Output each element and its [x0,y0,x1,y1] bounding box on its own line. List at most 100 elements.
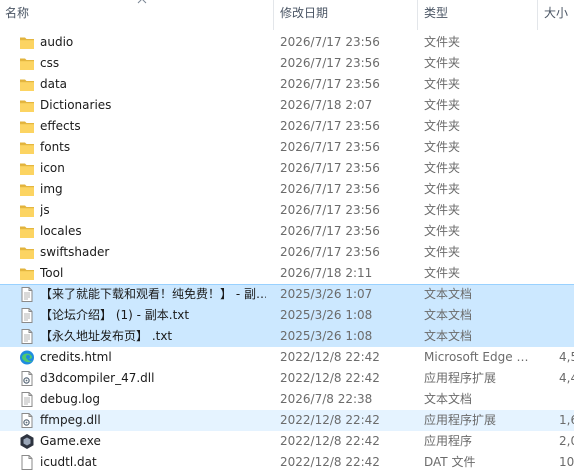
folder-icon [19,97,35,114]
file-type: 文件夹 [424,245,461,259]
file-size [559,95,574,116]
file-type: 文件夹 [424,224,461,238]
folder-icon [19,223,35,240]
file-name: locales [40,224,82,238]
folder-icon [19,34,35,51]
file-size [559,326,574,347]
file-size [559,389,574,410]
file-date-modified: 2026/7/17 23:56 [280,161,380,175]
file-name: js [40,203,50,217]
folder-row[interactable]: Tool 2026/7/18 2:11 文件夹 [0,263,574,284]
column-header-date[interactable]: 修改日期 [275,0,417,30]
column-divider[interactable] [537,0,538,30]
file-type: 应用程序 [424,434,473,448]
folder-row[interactable]: fonts 2026/7/17 23:56 文件夹 [0,137,574,158]
file-row[interactable]: Game.exe 2022/12/8 22:42 应用程序 2,0 [0,431,574,452]
file-type: Microsoft Edge … [424,350,529,364]
column-header-type[interactable]: 类型 [419,0,537,30]
file-size: 1,6 [559,413,574,427]
file-date-modified: 2026/7/17 23:56 [280,35,380,49]
file-name: debug.log [40,392,100,406]
file-date-modified: 2026/7/17 23:56 [280,182,380,196]
folder-row[interactable]: audio 2026/7/17 23:56 文件夹 [0,32,574,53]
file-size [559,221,574,242]
file-date-modified: 2026/7/17 23:56 [280,224,380,238]
folder-icon [19,202,35,219]
folder-icon [19,244,35,261]
file-name: d3dcompiler_47.dll [40,371,155,385]
file-date-modified: 2022/12/8 22:42 [280,434,380,448]
file-name: audio [40,35,74,49]
dll-icon [19,412,35,429]
file-row[interactable]: 【来了就能下载和观看！纯免费！】 - 副… 2025/3/26 1:07 文本文档 [0,284,574,305]
file-name: img [40,182,63,196]
file-date-modified: 2022/12/8 22:42 [280,371,380,385]
file-type: 文本文档 [424,287,473,301]
file-name: Tool [40,266,64,280]
file-date-modified: 2026/7/17 23:56 [280,119,380,133]
column-header-name[interactable]: 名称 [0,0,273,30]
folder-row[interactable]: js 2026/7/17 23:56 文件夹 [0,200,574,221]
file-type: 文件夹 [424,77,461,91]
file-row[interactable]: 【永久地址发布页】 .txt 2025/3/26 1:08 文本文档 [0,326,574,347]
file-type: 文件夹 [424,203,461,217]
folder-row[interactable]: swiftshader 2026/7/17 23:56 文件夹 [0,242,574,263]
folder-row[interactable]: locales 2026/7/17 23:56 文件夹 [0,221,574,242]
text-document-icon [19,286,35,303]
file-row[interactable]: debug.log 2026/7/8 22:38 文本文档 [0,389,574,410]
folder-row[interactable]: img 2026/7/17 23:56 文件夹 [0,179,574,200]
file-size [559,74,574,95]
file-size [559,200,574,221]
file-name: css [40,56,60,70]
file-size [559,242,574,263]
folder-row[interactable]: icon 2026/7/17 23:56 文件夹 [0,158,574,179]
file-type: 文件夹 [424,35,461,49]
file-type: 文本文档 [424,308,473,322]
file-name: fonts [40,140,71,154]
file-name: 【永久地址发布页】 .txt [40,329,173,343]
file-type: 文本文档 [424,392,473,406]
file-row[interactable]: d3dcompiler_47.dll 2022/12/8 22:42 应用程序扩展 4… [0,368,574,389]
folder-icon [19,76,35,93]
folder-icon [19,55,35,72]
file-row[interactable]: ffmpeg.dll 2022/12/8 22:42 应用程序扩展 1,6 [0,410,574,431]
file-size [559,137,574,158]
file-date-modified: 2026/7/17 23:56 [280,77,380,91]
file-date-modified: 2025/3/26 1:08 [280,329,373,343]
file-date-modified: 2026/7/17 23:56 [280,245,380,259]
folder-row[interactable]: css 2026/7/17 23:56 文件夹 [0,53,574,74]
file-row[interactable]: 【论坛介绍】 (1) - 副本.txt 2025/3/26 1:08 文本文档 [0,305,574,326]
folder-icon [19,160,35,177]
file-date-modified: 2022/12/8 22:42 [280,413,380,427]
file-name: 【论坛介绍】 (1) - 副本.txt [40,308,190,322]
file-date-modified: 2026/7/18 2:11 [280,266,373,280]
file-type: 应用程序扩展 [424,371,497,385]
file-size [559,53,574,74]
dll-icon [19,370,35,387]
folder-row[interactable]: Dictionaries 2026/7/18 2:07 文件夹 [0,95,574,116]
text-document-icon [19,391,35,408]
file-date-modified: 2026/7/17 23:56 [280,56,380,70]
file-name: swiftshader [40,245,110,259]
folder-row[interactable]: effects 2026/7/17 23:56 文件夹 [0,116,574,137]
column-divider[interactable] [273,0,274,30]
file-date-modified: 2025/3/26 1:07 [280,287,373,301]
file-size [559,305,574,326]
file-type: 应用程序扩展 [424,413,497,427]
file-type: 文本文档 [424,329,473,343]
text-document-icon [19,307,35,324]
file-type: 文件夹 [424,119,461,133]
file-size: 4,4 [559,371,574,385]
file-size [559,284,574,305]
column-divider[interactable] [417,0,418,30]
file-date-modified: 2025/3/26 1:08 [280,308,373,322]
folder-row[interactable]: data 2026/7/17 23:56 文件夹 [0,74,574,95]
file-type: 文件夹 [424,140,461,154]
edge-icon [19,349,35,366]
text-document-icon [19,328,35,345]
column-header-size[interactable]: 大小 [539,0,574,30]
game-exe-icon [19,433,35,450]
file-type: 文件夹 [424,98,461,112]
file-row[interactable]: credits.html 2022/12/8 22:42 Microsoft Edg… [0,347,574,368]
folder-icon [19,139,35,156]
